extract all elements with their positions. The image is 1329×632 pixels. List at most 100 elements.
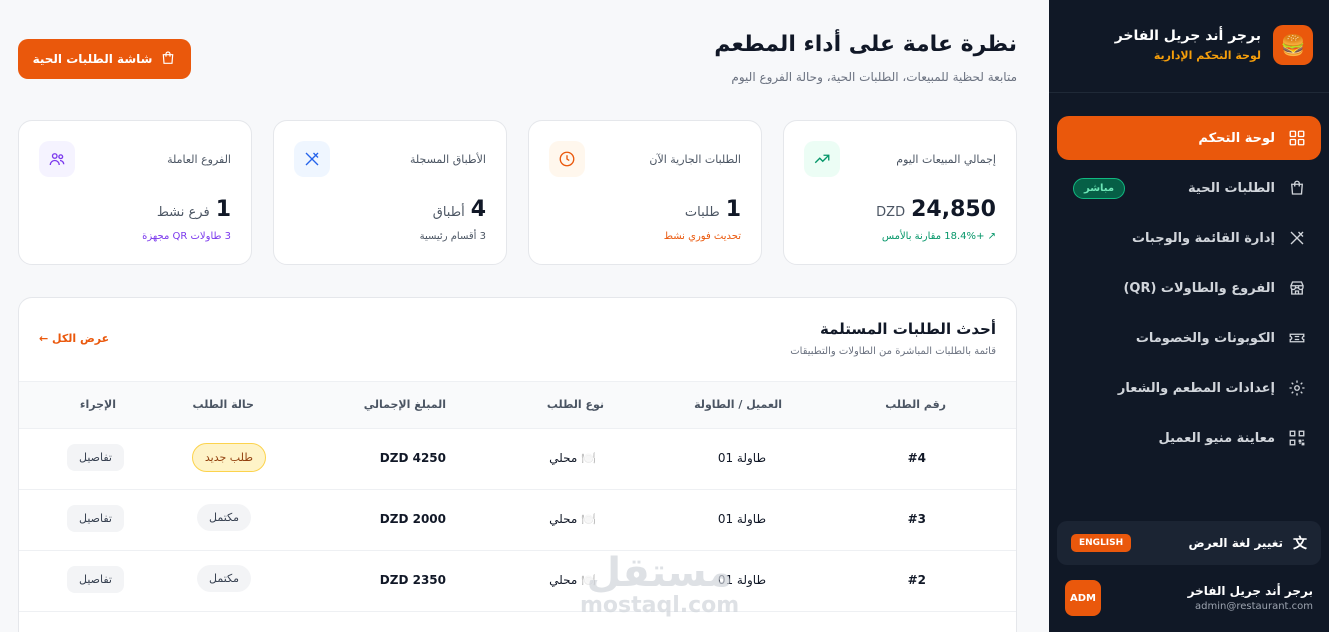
store-icon	[1287, 278, 1307, 298]
order-type: 🍽️ محلي	[549, 451, 596, 465]
english-button[interactable]: ENGLISH	[1071, 534, 1132, 552]
column-header: نوع الطلب	[546, 398, 604, 411]
watermark-arabic: مستقل	[586, 550, 733, 596]
stat-value: 1	[725, 197, 741, 222]
utensils-icon	[1287, 228, 1307, 248]
order-amount: DZD 2350	[379, 573, 446, 587]
order-id: #4	[907, 451, 926, 465]
column-header: العميل / الطاولة	[694, 398, 782, 411]
table-row[interactable]: #4 طاولة 01 🍽️ محلي DZD 4250 طلب جديد تف…	[19, 429, 1016, 490]
burger-logo-icon: 🍔	[1273, 25, 1313, 65]
order-table: طاولة 01	[717, 512, 766, 526]
qr-code-icon	[1287, 428, 1307, 448]
sidebar-item-label: إدارة القائمة والوجبات	[1131, 230, 1275, 246]
brand: 🍔 برجر أند جريل الفاخر لوحة التحكم الإدا…	[1065, 22, 1313, 68]
stat-unit: DZD	[876, 205, 906, 220]
table-row[interactable]: #2 طاولة 01 🍽️ محلي DZD 2350 مكتمل تفاصي…	[19, 551, 1016, 612]
utensils-icon	[294, 141, 330, 177]
details-button[interactable]: تفاصيل	[67, 505, 124, 532]
sidebar-item-label: الكوبونات والخصومات	[1135, 330, 1275, 346]
stat-unit: طلبات	[684, 205, 720, 220]
sidebar-item-label: لوحة التحكم	[1198, 130, 1275, 146]
sidebar-item-label: إعدادات المطعم والشعار	[1117, 380, 1275, 396]
status-badge: مكتمل	[197, 504, 251, 531]
recent-orders-panel: أحدث الطلبات المستلمة قائمة بالطلبات الم…	[18, 297, 1017, 632]
watermark: مستقل mostaql.com	[580, 553, 739, 618]
details-button[interactable]: تفاصيل	[67, 444, 124, 471]
stat-label: الطلبات الجارية الآن	[649, 153, 741, 166]
order-amount: DZD 4250	[379, 451, 446, 465]
view-all-link[interactable]: عرض الكل ←	[39, 332, 109, 345]
sidebar-item-label: الطلبات الحية	[1188, 180, 1275, 196]
order-type: 🍽️ محلي	[549, 512, 596, 526]
stats-row: إجمالي المبيعات اليوم 24,850 DZD ↗ +18.4…	[18, 120, 1017, 265]
column-header: المبلغ الإجمالي	[363, 398, 446, 411]
status-badge: مكتمل	[197, 565, 251, 592]
sidebar-item-label: معاينة منيو العميل	[1158, 430, 1275, 446]
live-badge: مباشر	[1073, 177, 1126, 199]
avatar: ADM	[1065, 580, 1101, 616]
stat-card-sales: إجمالي المبيعات اليوم 24,850 DZD ↗ +18.4…	[783, 120, 1017, 265]
order-id: #2	[907, 573, 926, 587]
brand-name: برجر أند جريل الفاخر	[1114, 28, 1261, 44]
stat-card-active-orders: الطلبات الجارية الآن 1 طلبات تحديث فوري …	[528, 120, 762, 265]
stat-footnote: 3 طاولات QR مجهزة	[142, 231, 231, 242]
clock-icon	[549, 141, 585, 177]
stat-label: إجمالي المبيعات اليوم	[896, 153, 996, 166]
sidebar-item-menu[interactable]: إدارة القائمة والوجبات	[1057, 216, 1321, 260]
details-button[interactable]: تفاصيل	[67, 566, 124, 593]
trending-up-icon	[804, 141, 840, 177]
stat-card-dishes: الأطباق المسجلة 4 أطباق 3 أقسام رئيسية	[273, 120, 507, 265]
order-amount: DZD 2000	[379, 512, 446, 526]
sidebar-item-preview[interactable]: معاينة منيو العميل	[1057, 416, 1321, 460]
order-table: طاولة 01	[717, 451, 766, 465]
sidebar-item-dashboard[interactable]: لوحة التحكم	[1057, 116, 1321, 160]
language-switcher[interactable]: 文 تغيير لغة العرض ENGLISH	[1057, 521, 1321, 565]
stat-value: 24,850	[911, 197, 996, 222]
stat-footnote: تحديث فوري نشط	[663, 231, 741, 242]
grid-icon	[1287, 128, 1307, 148]
sidebar-divider	[1049, 92, 1329, 93]
brand-subtitle: لوحة التحكم الإدارية	[1153, 49, 1261, 62]
column-header: حالة الطلب	[192, 398, 254, 411]
table-header: رقم الطلب العميل / الطاولة نوع الطلب الم…	[19, 381, 1016, 429]
live-orders-screen-button[interactable]: شاشة الطلبات الحية	[18, 39, 191, 79]
sidebar-item-live-orders[interactable]: الطلبات الحية مباشر	[1057, 166, 1321, 210]
language-label: تغيير لغة العرض	[1188, 536, 1283, 550]
stat-footnote: 3 أقسام رئيسية	[419, 231, 486, 242]
user-name: برجر أند جريل الفاخر	[1187, 584, 1313, 598]
live-button-label: شاشة الطلبات الحية	[32, 52, 153, 66]
stat-label: الأطباق المسجلة	[409, 153, 486, 166]
stat-label: الفروع العاملة	[167, 153, 231, 166]
orders-title: أحدث الطلبات المستلمة	[820, 320, 996, 338]
sidebar-item-branches[interactable]: الفروع والطاولات (QR)	[1057, 266, 1321, 310]
users-icon	[39, 141, 75, 177]
stat-value: 4	[470, 197, 486, 222]
status-badge: طلب جديد	[191, 443, 266, 472]
user-profile[interactable]: برجر أند جريل الفاخر admin@restaurant.co…	[1065, 578, 1313, 618]
sidebar: 🍔 برجر أند جريل الفاخر لوحة التحكم الإدا…	[1049, 0, 1329, 632]
ticket-icon	[1287, 328, 1307, 348]
user-email: admin@restaurant.com	[1194, 601, 1313, 612]
watermark-english: mostaql.com	[580, 593, 740, 618]
stat-unit: فرع نشط	[156, 205, 210, 220]
gear-icon	[1287, 378, 1307, 398]
sidebar-nav: لوحة التحكم الطلبات الحية مباشر إدارة ال…	[1057, 116, 1321, 466]
column-header: رقم الطلب	[885, 398, 946, 411]
table-row[interactable]: #3 طاولة 01 🍽️ محلي DZD 2000 مكتمل تفاصي…	[19, 490, 1016, 551]
page-title: نظرة عامة على أداء المطعم	[714, 32, 1017, 57]
shopping-bag-icon	[1287, 178, 1307, 198]
stat-footnote: ↗ +18.4% مقارنة بالأمس	[881, 231, 996, 242]
stat-card-branches: الفروع العاملة 1 فرع نشط 3 طاولات QR مجه…	[18, 120, 252, 265]
stat-value: 1	[215, 197, 231, 222]
order-id: #3	[907, 512, 926, 526]
column-header: الإجراء	[79, 398, 116, 411]
main-content: نظرة عامة على أداء المطعم متابعة لحظية ل…	[0, 0, 1049, 632]
orders-subtitle: قائمة بالطلبات المباشرة من الطاولات والت…	[790, 346, 996, 357]
sidebar-item-settings[interactable]: إعدادات المطعم والشعار	[1057, 366, 1321, 410]
stat-unit: أطباق	[432, 205, 465, 220]
page-subtitle: متابعة لحظية للمبيعات، الطلبات الحية، وح…	[731, 70, 1017, 84]
shopping-bag-icon	[160, 50, 176, 69]
sidebar-item-label: الفروع والطاولات (QR)	[1123, 280, 1275, 296]
sidebar-item-coupons[interactable]: الكوبونات والخصومات	[1057, 316, 1321, 360]
